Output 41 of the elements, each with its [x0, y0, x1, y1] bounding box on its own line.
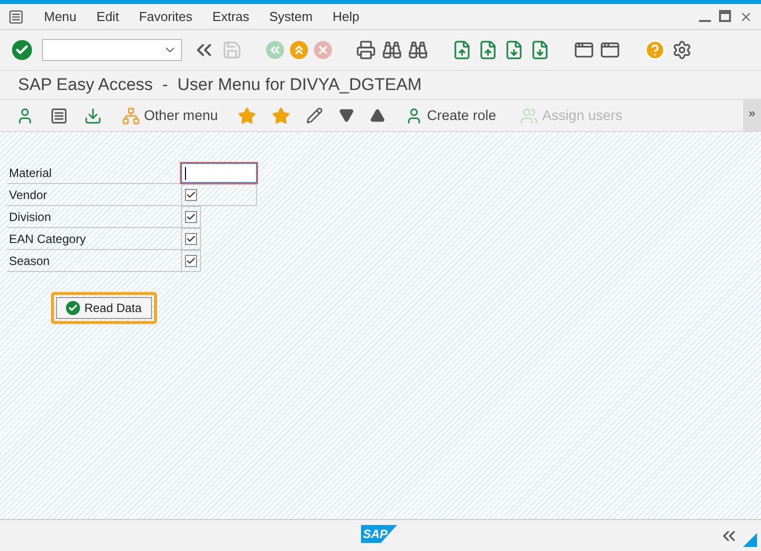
maximize-icon[interactable] — [719, 10, 731, 22]
page-down-icon[interactable] — [530, 40, 550, 60]
menu-item[interactable]: Menu — [44, 6, 77, 26]
page-down-icon[interactable] — [504, 40, 524, 60]
hierarchy-icon — [122, 106, 140, 124]
menu-item[interactable]: Extras — [212, 6, 250, 26]
resize-icon[interactable] — [743, 533, 757, 547]
field-label: Vendor — [7, 184, 181, 206]
menu-item[interactable]: System — [269, 6, 313, 26]
command-field[interactable] — [42, 39, 182, 61]
check-icon[interactable] — [12, 40, 32, 60]
sap-logo: SAP — [361, 525, 397, 543]
download-icon[interactable] — [84, 106, 102, 124]
read-data-button[interactable]: Read Data — [56, 297, 152, 319]
input-field[interactable] — [181, 163, 257, 183]
page-up-icon[interactable] — [452, 40, 472, 60]
print-icon[interactable] — [356, 40, 376, 60]
binoculars-icon[interactable] — [382, 40, 402, 60]
triangle-up-icon[interactable] — [370, 108, 385, 123]
more-button[interactable]: » — [743, 100, 761, 131]
pencil-icon[interactable] — [306, 107, 323, 124]
user-icon[interactable] — [16, 106, 34, 124]
field-label: Season — [7, 250, 181, 272]
toolbar-button[interactable]: Create role — [404, 105, 496, 126]
menu-icon[interactable] — [8, 8, 24, 24]
triangle-down-icon[interactable] — [338, 108, 354, 123]
toolbar-button[interactable]: Other menu — [122, 105, 218, 126]
check-icon — [66, 301, 80, 315]
menu-item[interactable]: Favorites — [138, 6, 192, 26]
page-up-icon[interactable] — [478, 40, 498, 60]
menu-item[interactable]: Help — [332, 6, 360, 26]
checkbox[interactable] — [185, 255, 197, 267]
checkbox[interactable] — [185, 189, 197, 201]
field-label: EAN Category — [7, 228, 181, 250]
checkbox[interactable] — [185, 211, 197, 223]
menu-item[interactable]: Edit — [96, 6, 119, 26]
users-icon — [520, 106, 538, 124]
settings-icon[interactable] — [672, 40, 692, 60]
checkbox[interactable] — [185, 233, 197, 245]
field-label: Division — [7, 206, 181, 228]
window-title: SAP Easy Access - User Menu for DIVYA_DGTEAM — [18, 74, 422, 96]
